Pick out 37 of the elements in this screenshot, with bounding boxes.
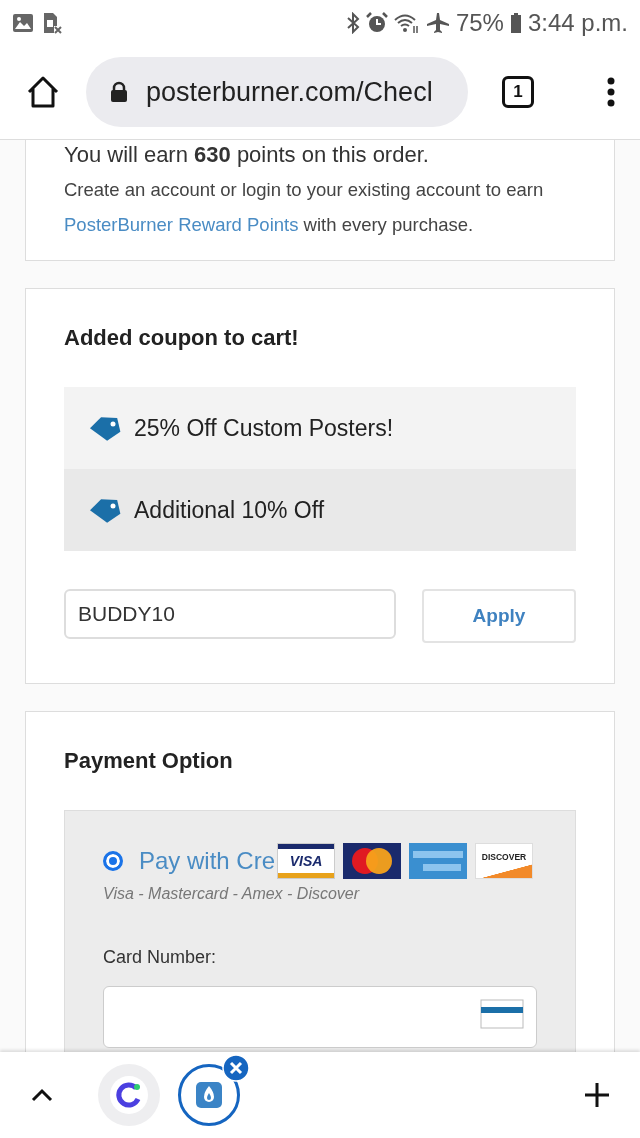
battery-percentage: 75% (455, 8, 504, 37)
reward-points-link[interactable]: PosterBurner Reward Points (64, 214, 299, 235)
url-text: posterburner.com/Checl (146, 76, 433, 108)
status-time: 3:44 p.m. (527, 8, 628, 37)
chevron-up-icon[interactable] (30, 1087, 54, 1103)
card-types-text: Visa - Mastercard - Amex - Discover (103, 885, 361, 903)
earn-points-text: You will earn 630 points on this order. (64, 142, 430, 168)
image-icon (12, 12, 34, 33)
home-icon[interactable] (26, 75, 60, 109)
plus-icon[interactable] (584, 1082, 610, 1108)
lock-icon (110, 81, 128, 103)
bluetooth-icon (345, 11, 360, 34)
close-icon[interactable] (222, 1054, 250, 1082)
address-bar[interactable]: posterburner.com/Checl (86, 57, 468, 127)
sim-card-icon (42, 11, 62, 34)
discover-logo: DISCOVER (475, 843, 533, 879)
alarm-icon (365, 11, 388, 34)
payment-heading: Payment Option (64, 748, 234, 774)
flame-app-icon (196, 1082, 222, 1108)
ring-app-icon (109, 1075, 149, 1115)
coupon-code-field[interactable]: BUDDY10 (64, 589, 396, 639)
airplane-icon (425, 11, 450, 34)
coupon-label: 25% Off Custom Posters! (134, 414, 394, 442)
visa-logo: VISA (277, 843, 335, 879)
mastercard-logo-icon (343, 843, 401, 879)
apply-button[interactable]: Apply (422, 589, 576, 643)
credit-card-icon (480, 999, 524, 1029)
radio-button[interactable] (103, 851, 123, 871)
coupon-label: Additional 10% Off (134, 496, 325, 524)
tab-count-button[interactable]: 1 (502, 76, 534, 108)
amex-logo-icon (409, 843, 467, 879)
card-number-field[interactable] (103, 986, 537, 1048)
card-number-label: Card Number: (103, 947, 218, 968)
battery-icon (509, 11, 522, 34)
menu-icon[interactable] (606, 77, 616, 107)
coupon-heading: Added coupon to cart! (64, 325, 300, 351)
reward-text: Create an account or login to your existing account to earn PosterBurner Reward Points with every purchase. (64, 178, 545, 237)
